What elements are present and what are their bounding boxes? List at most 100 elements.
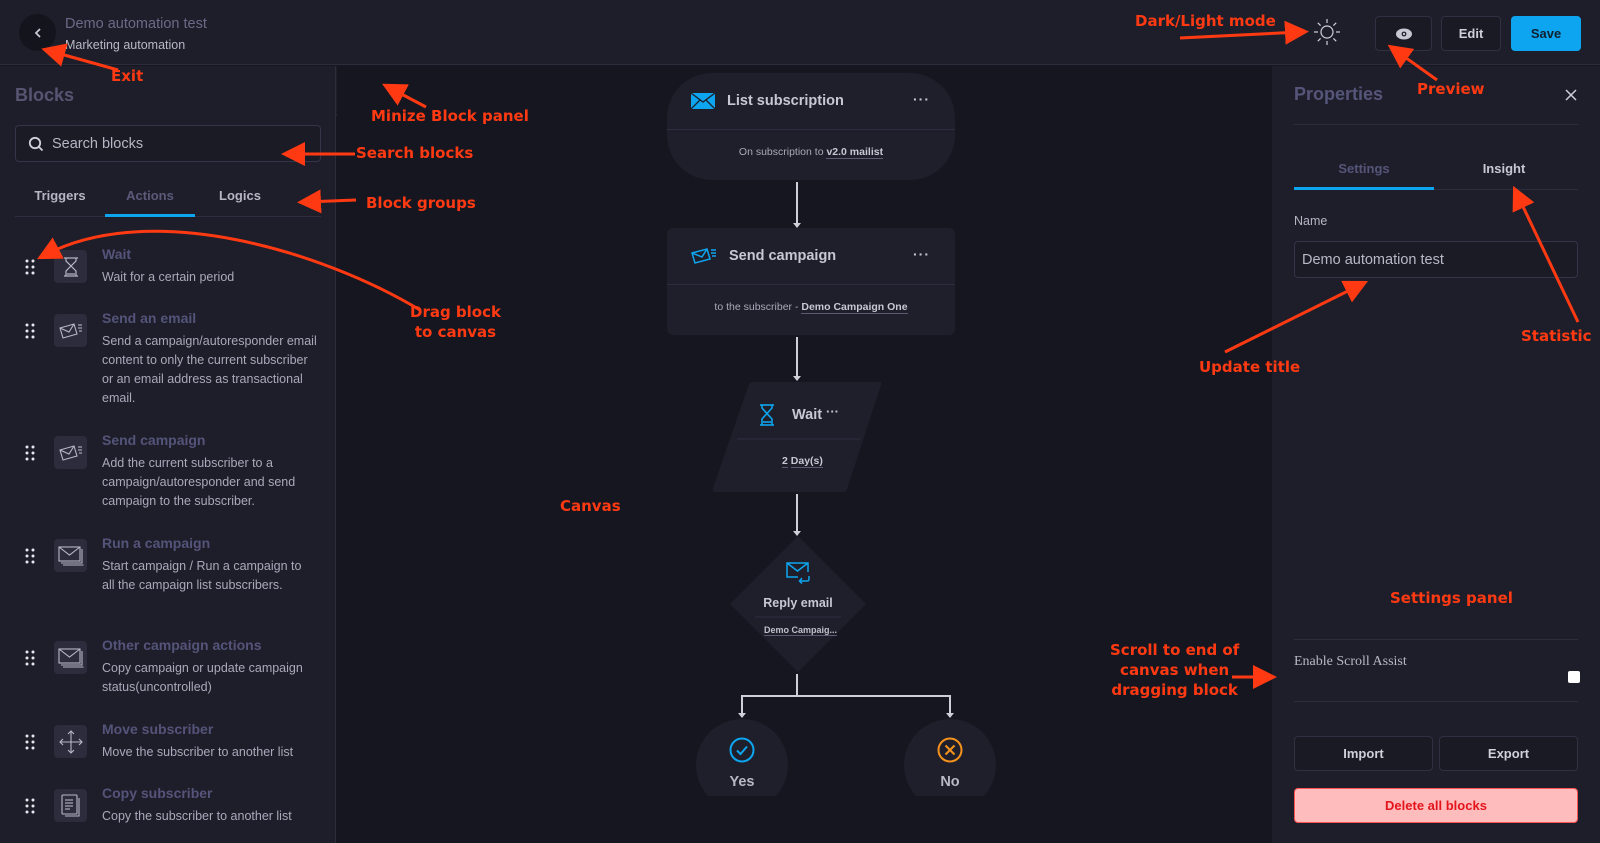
block-desc: Add the current subscriber to a campaign… (102, 456, 296, 508)
node-reply-email[interactable]: Reply email Demo Campaig... (730, 536, 866, 672)
annotation-drag-line1: Drag block (410, 303, 501, 321)
block-name: Move subscriber (102, 721, 214, 737)
save-button[interactable]: Save (1511, 16, 1581, 51)
node-wait[interactable]: Wait ··· 2 Day(s) (712, 382, 882, 492)
edit-button[interactable]: Edit (1441, 16, 1501, 51)
wait-unit[interactable]: Day(s) (790, 455, 823, 468)
automation-canvas[interactable]: List subscription ··· On subscription to… (337, 66, 1272, 843)
preview-button[interactable] (1375, 16, 1432, 51)
campaign-link[interactable]: Demo Campaig... (764, 625, 838, 636)
block-desc: Copy the subscriber to another list (102, 809, 292, 823)
node-body: to the subscriber - Demo Campaign One (667, 285, 955, 314)
branch-label: Yes (729, 774, 755, 790)
node-body: On subscription to v2.0 mailist (667, 130, 955, 159)
close-properties-button[interactable] (1562, 86, 1580, 104)
list-link[interactable]: v2.0 mailist (826, 146, 884, 159)
tab-settings[interactable]: Settings (1294, 146, 1434, 190)
annotation-search: Search blocks (356, 144, 474, 162)
annotation-scroll-line1: Scroll to end of (1110, 641, 1240, 659)
annotation-groups: Block groups (366, 194, 476, 212)
wait-amount[interactable]: 2 (782, 455, 788, 468)
connector-line (796, 494, 798, 532)
drag-handle-icon[interactable] (24, 649, 36, 667)
node-body-prefix: to the subscriber - (714, 301, 802, 313)
search-blocks-field[interactable] (15, 125, 321, 162)
block-groups-tabs: Triggers Actions Logics (15, 177, 321, 217)
theme-toggle-button[interactable] (1313, 18, 1341, 46)
more-options-icon[interactable]: ··· (913, 246, 930, 262)
tab-insight[interactable]: Insight (1434, 146, 1574, 189)
tab-logics[interactable]: Logics (195, 177, 285, 216)
connector-line (796, 674, 798, 696)
import-button[interactable]: Import (1294, 736, 1433, 771)
reply-mail-icon (786, 562, 810, 584)
automation-subtitle: Marketing automation (65, 38, 186, 52)
block-name: Wait (102, 246, 132, 262)
connector-arrowhead (946, 713, 954, 718)
campaign-link[interactable]: Demo Campaign One (801, 301, 908, 314)
node-title: Send campaign (729, 248, 837, 264)
connector-arrowhead (793, 376, 801, 381)
drag-handle-icon[interactable] (24, 322, 36, 340)
send-mail-icon (54, 314, 87, 347)
block-desc: Copy campaign or update campaign status(… (102, 661, 303, 694)
drag-handle-icon[interactable] (24, 258, 36, 276)
divider (1294, 124, 1578, 125)
annotation-drag: Drag block to canvas (410, 302, 501, 342)
annotation-minimize: Minize Block panel (371, 107, 529, 125)
delete-all-blocks-button[interactable]: Delete all blocks (1294, 788, 1578, 823)
tab-actions[interactable]: Actions (105, 177, 195, 217)
name-label: Name (1294, 214, 1328, 228)
send-mail-icon (691, 248, 716, 264)
node-no[interactable]: No (904, 719, 996, 796)
drag-handle-icon[interactable] (24, 733, 36, 751)
block-name: Copy subscriber (102, 785, 213, 801)
export-button[interactable]: Export (1439, 736, 1578, 771)
annotation-settings-panel: Settings panel (1390, 589, 1513, 607)
automation-title: Demo automation test (65, 16, 207, 32)
connector-arrowhead (738, 713, 746, 718)
more-options-icon[interactable]: ··· (826, 404, 839, 419)
blocks-panel-title: Blocks (15, 85, 75, 105)
node-list-subscription[interactable]: List subscription ··· On subscription to… (667, 73, 955, 180)
tab-triggers[interactable]: Triggers (15, 177, 105, 216)
more-options-icon[interactable]: ··· (913, 91, 930, 107)
node-title: Wait (792, 407, 823, 423)
scroll-assist-label: Enable Scroll Assist (1294, 654, 1407, 669)
annotation-canvas: Canvas (560, 497, 621, 515)
connector-line (796, 337, 798, 377)
hourglass-icon (54, 250, 87, 283)
move-arrows-icon (54, 725, 87, 758)
automation-name-input[interactable] (1294, 241, 1578, 278)
block-desc: Send a campaign/autoresponder email cont… (102, 334, 317, 405)
drag-handle-icon[interactable] (24, 547, 36, 565)
check-circle-icon (729, 737, 755, 763)
drag-handle-icon[interactable] (24, 444, 36, 462)
block-name: Send an email (102, 310, 197, 326)
annotation-update-title: Update title (1199, 358, 1301, 376)
block-desc: Start campaign / Run a campaign to all t… (102, 559, 302, 592)
drag-handle-icon[interactable] (24, 797, 36, 815)
stacked-mail-icon (54, 539, 87, 572)
scroll-assist-checkbox[interactable] (1568, 671, 1580, 683)
node-yes[interactable]: Yes (696, 719, 788, 796)
node-title: Reply email (763, 596, 833, 610)
annotation-scroll-line3: dragging block (1111, 681, 1238, 699)
branch-line (741, 695, 951, 697)
node-send-campaign[interactable]: Send campaign ··· to the subscriber - De… (667, 228, 955, 335)
annotation-exit: Exit (111, 67, 144, 85)
divider (1294, 639, 1578, 640)
block-name: Other campaign actions (102, 637, 262, 653)
connector-line (796, 182, 798, 224)
search-icon (28, 136, 44, 151)
send-mail-icon (54, 436, 87, 469)
exit-button[interactable] (19, 14, 56, 51)
x-circle-icon (937, 737, 963, 763)
blocks-panel: Blocks Triggers Actions Logics Wait Wait … (0, 66, 336, 843)
search-blocks-input[interactable] (52, 135, 302, 152)
eye-icon (1395, 28, 1412, 39)
sun-icon (1314, 19, 1340, 45)
copy-document-icon (54, 789, 87, 822)
block-name: Run a campaign (102, 535, 211, 551)
divider (1294, 701, 1578, 702)
